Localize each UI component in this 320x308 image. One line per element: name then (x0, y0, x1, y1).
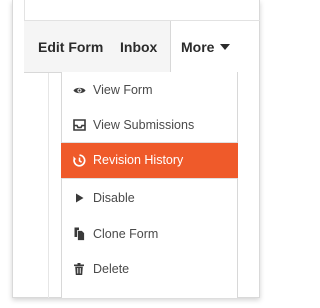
caret-down-icon (220, 44, 231, 51)
menu-item-label: Disable (93, 191, 135, 205)
history-clock-icon (72, 143, 86, 178)
menu-item-label: View Form (93, 83, 153, 97)
copy-documents-icon (72, 217, 86, 251)
menu-item-revision-history[interactable]: Revision History (62, 143, 237, 178)
inbox-tray-icon (72, 108, 86, 142)
form-toolbar: Edit Form Inbox More (24, 20, 260, 74)
menu-item-disable[interactable]: Disable (62, 181, 237, 215)
inbox-button[interactable]: Inbox (120, 21, 157, 73)
menu-divider (62, 178, 237, 179)
menu-item-clone-form[interactable]: Clone Form (62, 217, 237, 251)
menu-item-view-submissions[interactable]: View Submissions (62, 108, 237, 142)
menu-item-label: View Submissions (93, 118, 195, 132)
menu-item-label: Delete (93, 262, 130, 276)
menu-item-delete[interactable]: Delete (62, 252, 237, 286)
play-triangle-icon (72, 181, 86, 215)
menu-item-label: Revision History (93, 153, 184, 167)
card-corner-divider (12, 0, 25, 20)
more-dropdown-button[interactable]: More (170, 21, 260, 74)
content-divider (48, 73, 49, 298)
trash-icon (72, 252, 86, 286)
edit-form-button[interactable]: Edit Form (38, 21, 103, 73)
more-dropdown-menu: View Form View Submissions Revision Hist… (61, 72, 238, 298)
more-label: More (181, 39, 215, 55)
menu-item-label: Clone Form (93, 227, 159, 241)
eye-icon (72, 73, 86, 107)
menu-item-view-form[interactable]: View Form (62, 73, 237, 107)
app-window: Edit Form Inbox More View Form View Subm… (0, 0, 278, 308)
